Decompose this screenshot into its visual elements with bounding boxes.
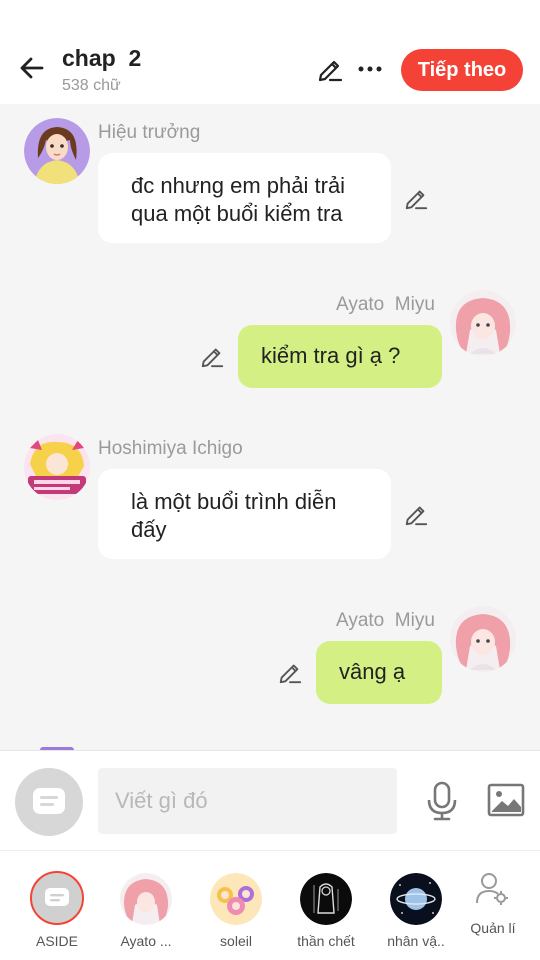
avatar (120, 873, 172, 925)
message-text: qua một buổi kiểm tra (131, 201, 343, 226)
manage-characters-button[interactable]: Quản lí (447, 851, 537, 960)
character-aside[interactable]: ASIDE (11, 851, 101, 960)
speaker-name: Ayato Miyu (336, 610, 435, 631)
word-count: 538 chữ (62, 77, 121, 94)
message-text: kiểm tra gì ạ ? (261, 343, 401, 368)
character-bar: ASIDE Ayato ... soleil thần chết nhân vậ… (0, 850, 540, 960)
message-bubble[interactable]: vâng ạ (316, 641, 442, 704)
character-label: ASIDE (35, 933, 78, 949)
image-icon[interactable] (487, 782, 525, 818)
chat-bubble-icon (33, 788, 65, 814)
message-bubble[interactable]: là một buổi trình diễn đấy (98, 469, 391, 559)
next-button[interactable]: Tiếp theo (401, 49, 523, 91)
avatar[interactable] (24, 118, 90, 184)
avatar (300, 873, 352, 925)
edit-pencil-icon[interactable] (316, 55, 344, 83)
speaker-name: Hoshimiya Ichigo (98, 438, 243, 459)
character-label: thần chết (297, 933, 355, 949)
message-text: đấy (131, 517, 167, 542)
avatar[interactable] (24, 434, 90, 500)
character-soleil[interactable]: soleil (190, 851, 280, 960)
character-than-chet[interactable]: thần chết (280, 851, 370, 960)
message-text: là một buổi trình diễn (131, 489, 337, 514)
message-text: vâng ạ (339, 659, 406, 684)
edit-pencil-icon[interactable] (199, 343, 225, 369)
speaker-name: Ayato Miyu (336, 294, 435, 315)
top-bar: chap 2 538 chữ Tiếp theo (0, 0, 540, 104)
avatar[interactable] (450, 290, 516, 356)
message-list: Hiệu trưởng đc nhưng em phải trải qua mộ… (0, 104, 540, 750)
message-bubble[interactable]: đc nhưng em phải trải qua một buổi kiểm … (98, 153, 391, 243)
avatar (210, 873, 262, 925)
character-ayato[interactable]: Ayato ... (100, 851, 190, 960)
message-bubble[interactable]: kiểm tra gì ạ ? (238, 325, 442, 388)
character-label: soleil (220, 933, 252, 949)
manage-user-icon (476, 873, 508, 905)
avatar (390, 873, 442, 925)
back-arrow-icon[interactable] (16, 52, 48, 84)
chapter-title: chap 2 (62, 45, 142, 71)
more-options-icon[interactable] (356, 55, 384, 83)
microphone-icon[interactable] (424, 781, 460, 821)
edit-pencil-icon[interactable] (277, 659, 303, 685)
speaker-name: Hiệu trưởng (98, 122, 201, 143)
avatar[interactable] (450, 606, 516, 672)
story-editor-screen: chap 2 538 chữ Tiếp theo Hiệu trưởng đc … (0, 0, 540, 960)
chat-bubble-icon (45, 888, 69, 906)
edit-pencil-icon[interactable] (403, 501, 429, 527)
character-label: Ayato ... (120, 933, 172, 949)
character-label: Quản lí (470, 920, 516, 936)
compose-bar (0, 750, 540, 850)
edit-pencil-icon[interactable] (403, 185, 429, 211)
aside-icon (30, 871, 84, 925)
aside-button[interactable] (15, 768, 83, 836)
message-input[interactable] (98, 768, 397, 834)
message-text: đc nhưng em phải trải (131, 173, 346, 198)
